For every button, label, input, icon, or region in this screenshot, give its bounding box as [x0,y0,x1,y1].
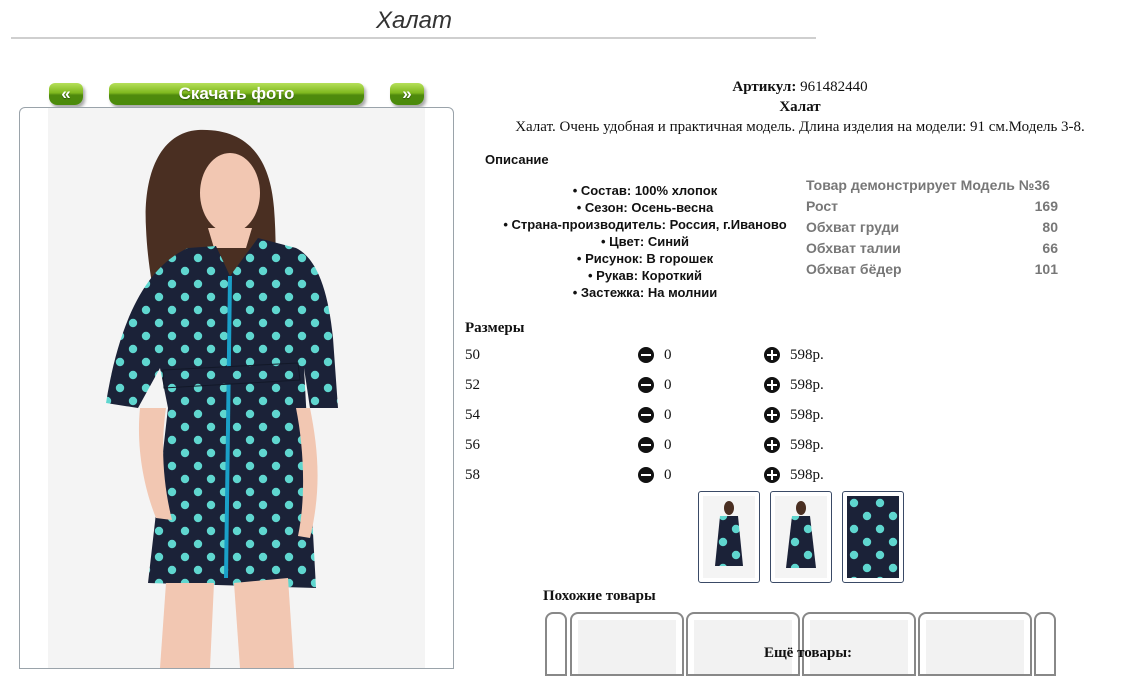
product-short-description: Халат. Очень удобная и практичная модель… [515,119,1085,135]
size-quantity: 0 [664,437,672,453]
title-divider [11,37,816,39]
thumbnail-image [703,496,755,578]
similar-product-card[interactable] [802,612,916,676]
measurement-value: 66 [1042,240,1058,256]
plus-icon[interactable] [764,377,780,393]
measurement-label: Товар демонстрирует Модель №36 [806,177,1050,193]
similar-scroll-left[interactable] [545,612,567,676]
similar-product-image [926,620,1024,674]
size-value: 52 [465,377,480,393]
page-title: Халат [376,7,452,34]
measurement-label: Обхват груди [806,219,900,235]
size-value: 50 [465,347,480,363]
size-price: 598р. [790,347,824,363]
download-photo-button[interactable]: Скачать фото [109,83,364,105]
main-product-photo[interactable] [19,107,454,669]
prev-photo-button[interactable]: « [49,83,83,105]
measurement-label: Рост [806,198,838,214]
minus-icon[interactable] [638,467,654,483]
feature-item: • Состав: 100% хлопок [572,183,718,198]
size-price: 598р. [790,407,824,423]
photo-thumbnail[interactable] [770,491,832,583]
size-price: 598р. [790,377,824,393]
feature-item: • Рисунок: В горошек [576,251,714,266]
feature-item: • Рукав: Короткий [587,268,703,283]
description-heading: Описание [485,152,549,167]
size-quantity: 0 [664,377,672,393]
minus-icon[interactable] [638,347,654,363]
measurement-row: Обхват талии 66 [806,238,1058,259]
measurement-row: Рост 169 [806,196,1058,217]
similar-product-card[interactable] [570,612,684,676]
measurement-label: Обхват бёдер [806,261,902,277]
measurement-row: Товар демонстрирует Модель №36 [806,175,1058,196]
size-row: 52 0 598р. [465,375,865,397]
sizes-heading: Размеры [465,320,525,336]
thumbnail-image [775,496,827,578]
feature-item: • Цвет: Синий [600,234,690,249]
size-quantity: 0 [664,407,672,423]
size-value: 54 [465,407,480,423]
measurement-row: Обхват груди 80 [806,217,1058,238]
feature-item: • Сезон: Осень-весна [576,200,714,215]
photo-thumbnail[interactable] [842,491,904,583]
thumbnail-image [847,496,899,578]
size-row: 50 0 598р. [465,345,865,367]
similar-scroll-right[interactable] [1034,612,1056,676]
measurement-row: Обхват бёдер 101 [806,259,1058,280]
size-row: 54 0 598р. [465,405,865,427]
measurement-label: Обхват талии [806,240,901,256]
size-quantity: 0 [664,467,672,483]
plus-icon[interactable] [764,437,780,453]
article-line: Артикул: 961482440 [460,79,1132,96]
feature-item: • Застежка: На молнии [572,285,718,300]
size-row: 56 0 598р. [465,435,865,457]
more-products-heading: Ещё товары: [764,645,853,661]
photo-thumbnail[interactable] [698,491,760,583]
model-measurements-table: Товар демонстрирует Модель №36 Рост 169 … [806,175,1058,280]
product-name: Халат [779,99,821,115]
next-photo-button[interactable]: » [390,83,424,105]
article-label: Артикул: [732,79,797,95]
minus-icon[interactable] [638,437,654,453]
similar-product-card[interactable] [686,612,800,676]
measurement-value: 101 [1034,261,1058,277]
measurement-value: 169 [1034,198,1058,214]
similar-product-image [578,620,676,674]
minus-icon[interactable] [638,377,654,393]
article-value: 961482440 [800,79,868,95]
product-photo-image [48,108,425,668]
feature-list: • Состав: 100% хлопок • Сезон: Осень-вес… [470,182,820,301]
measurement-value: 80 [1042,219,1058,235]
size-price: 598р. [790,437,824,453]
size-value: 56 [465,437,480,453]
similar-product-card[interactable] [918,612,1032,676]
plus-icon[interactable] [764,467,780,483]
size-row: 58 0 598р. [465,465,865,487]
feature-item: • Страна-производитель: Россия, г.Иванов… [503,217,787,232]
minus-icon[interactable] [638,407,654,423]
plus-icon[interactable] [764,347,780,363]
size-quantity: 0 [664,347,672,363]
similar-products-heading: Похожие товары [543,588,656,604]
plus-icon[interactable] [764,407,780,423]
size-price: 598р. [790,467,824,483]
size-value: 58 [465,467,480,483]
